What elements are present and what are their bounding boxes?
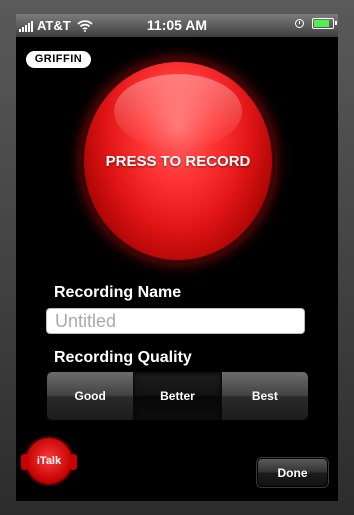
quality-option-good[interactable]: Good (47, 372, 135, 420)
record-button-label: PRESS TO RECORD (105, 152, 251, 170)
status-bar: AT&T 11:05 AM (16, 14, 338, 37)
quality-option-better[interactable]: Better (134, 372, 222, 420)
griffin-logo: GRIFFIN (26, 51, 91, 68)
recording-quality-label: Recording Quality (54, 349, 192, 366)
recording-name-input[interactable] (46, 308, 305, 334)
alarm-clock-icon (295, 19, 304, 28)
headphone-right-icon (70, 454, 77, 470)
app-screen: AT&T 11:05 AM GRIFFIN PRESS TO RECORD Re… (16, 14, 338, 501)
quality-option-best[interactable]: Best (221, 372, 308, 420)
done-button[interactable]: Done (257, 458, 328, 487)
recording-name-label: Recording Name (54, 284, 182, 301)
quality-segmented-control: Good Better Best (46, 371, 309, 421)
status-right (295, 18, 337, 29)
headphone-left-icon (21, 454, 28, 470)
battery-fill (314, 20, 330, 27)
device-frame: AT&T 11:05 AM GRIFFIN PRESS TO RECORD Re… (0, 0, 354, 515)
italk-logo-text: iTalk (36, 455, 62, 467)
battery-icon (312, 18, 337, 29)
italk-logo: iTalk (21, 438, 77, 484)
record-button[interactable]: PRESS TO RECORD (84, 62, 272, 260)
status-time: 11:05 AM (146, 17, 208, 33)
